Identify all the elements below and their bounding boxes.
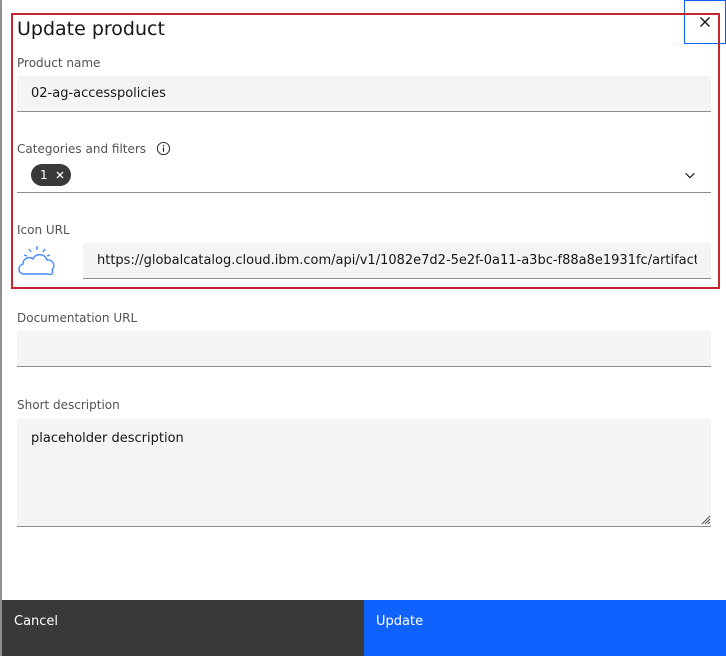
- documentation-url-label: Documentation URL: [17, 311, 138, 325]
- documentation-url-input[interactable]: [17, 331, 711, 367]
- resize-handle-icon[interactable]: [699, 513, 711, 525]
- selected-count: 1: [40, 168, 48, 182]
- cancel-button[interactable]: Cancel: [2, 600, 364, 656]
- selected-count-tag: 1: [31, 164, 71, 186]
- update-product-modal: Update product Product name Categories a…: [2, 0, 726, 656]
- update-button[interactable]: Update: [364, 600, 726, 656]
- icon-url-input[interactable]: [83, 243, 711, 279]
- info-icon[interactable]: [156, 141, 171, 156]
- product-name-label: Product name: [17, 56, 101, 70]
- categories-label: Categories and filters: [17, 141, 171, 157]
- product-name-input[interactable]: [17, 76, 711, 112]
- short-description-textarea[interactable]: placeholder description: [17, 419, 711, 527]
- categories-multiselect[interactable]: 1: [17, 160, 711, 193]
- cloud-icon: [18, 246, 55, 276]
- icon-url-label: Icon URL: [17, 223, 70, 237]
- tag-close-icon: [56, 171, 64, 179]
- modal-title: Update product: [17, 18, 165, 40]
- categories-label-text: Categories and filters: [17, 142, 147, 156]
- close-button[interactable]: [684, 0, 726, 44]
- chevron-down-icon: [685, 172, 695, 179]
- short-description-label: Short description: [17, 398, 120, 412]
- close-icon: [700, 17, 710, 27]
- clear-selection-button[interactable]: [55, 170, 65, 180]
- modal-footer: Cancel Update: [2, 600, 726, 656]
